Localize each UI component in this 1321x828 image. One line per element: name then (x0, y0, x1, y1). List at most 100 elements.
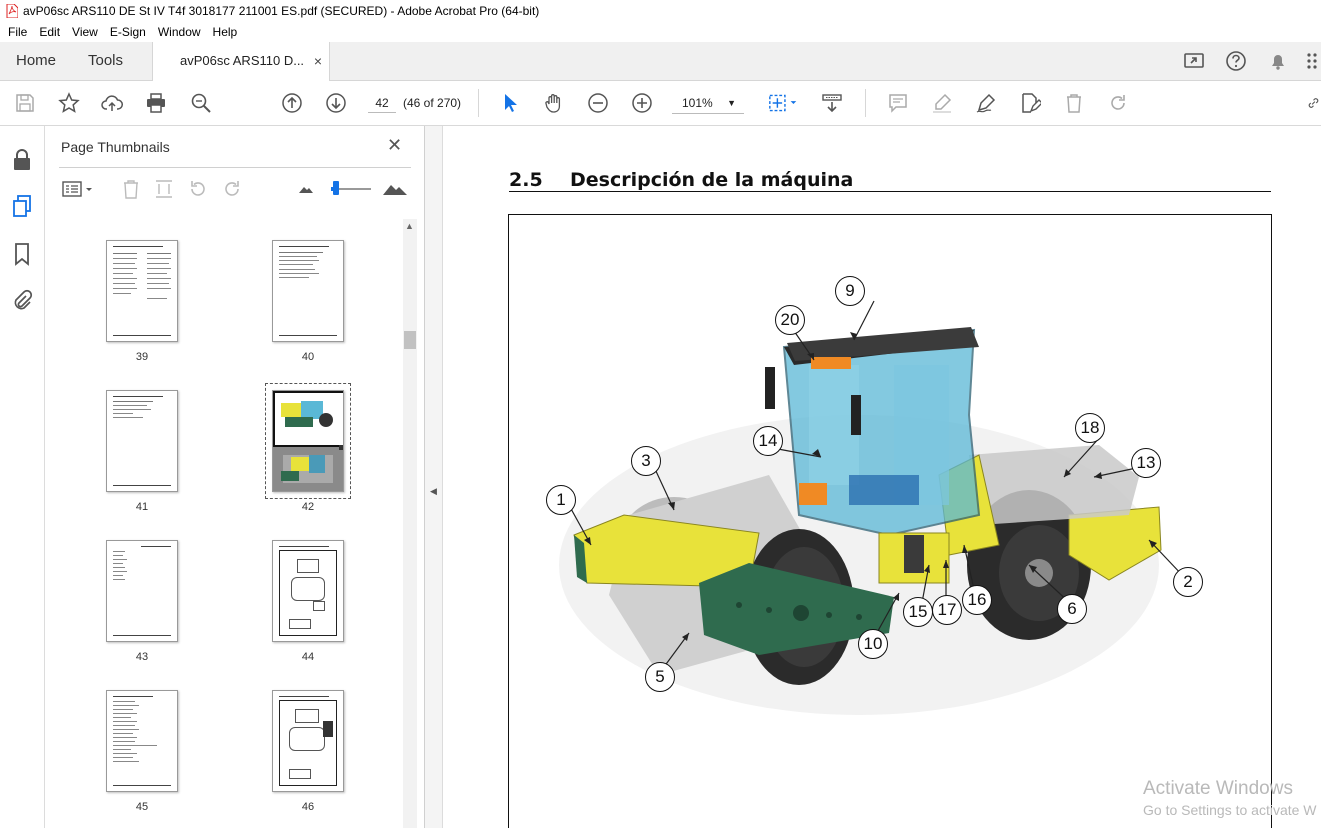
previous-page-icon[interactable] (280, 91, 304, 115)
thumbnail-page-number: 44 (301, 651, 315, 663)
print-icon[interactable] (144, 91, 168, 115)
callout-16: 16 (962, 585, 992, 615)
scroll-mode-icon[interactable] (820, 91, 844, 115)
bookmark-star-icon[interactable] (57, 91, 81, 115)
callout-6: 6 (1057, 594, 1087, 624)
tab-document-label: avP06sc ARS110 D... (180, 53, 305, 68)
page-fit-icon[interactable] (766, 91, 802, 115)
menu-window[interactable]: Window (152, 25, 207, 39)
scrollbar-thumb[interactable] (404, 331, 416, 349)
page-thumbnail[interactable] (272, 690, 344, 792)
callout-5: 5 (645, 662, 675, 692)
tab-document[interactable]: avP06sc ARS110 D... × (152, 42, 330, 81)
section-underline (509, 191, 1271, 192)
thumbnail-list[interactable]: 39 40 41 42 43 44 45 46 (45, 219, 403, 828)
attachments-paperclip-icon[interactable] (11, 288, 33, 312)
zoom-level-select[interactable]: 101% ▼ (672, 93, 744, 114)
section-title: Descripción de la máquina (570, 169, 854, 191)
page-count: (46 of 270) (403, 96, 462, 110)
thumbnail-page-number: 39 (135, 351, 149, 363)
callout-2: 2 (1173, 567, 1203, 597)
scroll-up-icon[interactable]: ▲ (405, 221, 414, 231)
pdf-file-icon (6, 4, 18, 18)
save-icon[interactable] (13, 91, 37, 115)
next-page-icon[interactable] (324, 91, 348, 115)
callout-20: 20 (775, 305, 805, 335)
search-zoom-icon[interactable] (189, 91, 213, 115)
activate-windows-watermark: Activate Windows Go to Settings to activ… (1143, 778, 1317, 818)
upload-cloud-icon[interactable] (100, 91, 124, 115)
title-bar: avP06sc ARS110 DE St IV T4f 3018177 2110… (0, 0, 1321, 22)
page-thumbnail[interactable] (106, 690, 178, 792)
page-thumbnail-current[interactable] (272, 390, 344, 492)
tab-tools[interactable]: Tools (88, 42, 123, 80)
hand-tool-icon[interactable] (542, 91, 566, 115)
rotate-ccw-icon[interactable] (187, 178, 209, 200)
menu-view[interactable]: View (66, 25, 104, 39)
thumbnail-size-slider-handle[interactable] (333, 181, 339, 195)
page-thumbnails-icon[interactable] (11, 194, 33, 218)
options-menu-icon[interactable] (61, 178, 95, 200)
apps-grid-icon[interactable] (1305, 50, 1321, 72)
close-icon[interactable]: ✕ (387, 135, 402, 156)
menu-help[interactable]: Help (207, 25, 244, 39)
extract-pages-icon[interactable] (153, 178, 175, 200)
watermark-line-2: Go to Settings to activate W (1143, 802, 1317, 818)
menu-file[interactable]: File (2, 25, 33, 39)
page-thumbnails-panel: Page Thumbnails ✕ 39 40 41 42 43 44 45 4… (45, 126, 425, 828)
chevron-down-icon: ▼ (727, 98, 736, 108)
page-thumbnail[interactable] (106, 240, 178, 342)
panel-collapse-handle[interactable]: ◀ (425, 126, 443, 828)
highlight-pen-icon[interactable] (930, 91, 954, 115)
callout-3: 3 (631, 446, 661, 476)
link-icon[interactable] (1306, 91, 1321, 115)
bookmarks-icon[interactable] (11, 242, 33, 266)
page-thumbnail[interactable] (106, 390, 178, 492)
zoom-in-icon[interactable] (630, 91, 654, 115)
watermark-line-1: Activate Windows (1143, 778, 1293, 799)
thumbnail-page-number: 46 (301, 801, 315, 813)
help-icon[interactable] (1225, 50, 1247, 72)
thumbnail-page-number: 43 (135, 651, 149, 663)
section-number: 2.5 (509, 169, 543, 191)
callout-1: 1 (546, 485, 576, 515)
tab-close-icon[interactable]: × (314, 42, 322, 80)
larger-thumbnails-icon[interactable] (382, 178, 408, 200)
left-nav-rail (0, 126, 45, 828)
page-thumbnail[interactable] (272, 240, 344, 342)
share-screen-icon[interactable] (1183, 50, 1205, 72)
menu-esign[interactable]: E-Sign (104, 25, 152, 39)
redo-rotate-icon[interactable] (1106, 91, 1130, 115)
comment-icon[interactable] (886, 91, 910, 115)
thumbnail-page-number: 41 (135, 501, 149, 513)
menu-bar: File Edit View E-Sign Window Help (0, 22, 1321, 42)
roller-illustration (559, 300, 1185, 715)
zoom-level-value: 101% (682, 96, 713, 110)
callout-14: 14 (753, 426, 783, 456)
sign-pen-icon[interactable] (974, 91, 998, 115)
thumbnail-page-number: 40 (301, 351, 315, 363)
zoom-out-icon[interactable] (586, 91, 610, 115)
smaller-thumbnails-icon[interactable] (297, 178, 315, 200)
page-thumbnail[interactable] (106, 540, 178, 642)
lock-icon[interactable] (11, 148, 33, 172)
delete-trash-icon[interactable] (1062, 91, 1086, 115)
toolbar-divider (478, 89, 479, 117)
delete-page-icon[interactable] (120, 178, 142, 200)
document-view[interactable]: 2.5 Descripción de la máquina 1 2 3 5 6 … (443, 126, 1321, 828)
edit-pdf-icon[interactable] (1018, 91, 1042, 115)
thumbnail-page-number: 45 (135, 801, 149, 813)
page-thumbnail[interactable] (272, 540, 344, 642)
collapse-arrow-icon[interactable]: ◀ (430, 486, 437, 497)
page-number-input[interactable] (368, 93, 396, 113)
tab-home[interactable]: Home (16, 42, 56, 80)
window-title: avP06sc ARS110 DE St IV T4f 3018177 2110… (23, 4, 540, 18)
select-cursor-icon[interactable] (498, 91, 522, 115)
toolbar-divider (865, 89, 866, 117)
thumbnails-scrollbar[interactable]: ▲ (403, 219, 417, 828)
menu-edit[interactable]: Edit (33, 25, 66, 39)
panel-title: Page Thumbnails (61, 139, 170, 155)
rotate-cw-icon[interactable] (221, 178, 243, 200)
notifications-bell-icon[interactable] (1267, 50, 1289, 72)
tab-bar: Home Tools avP06sc ARS110 D... × (0, 42, 1321, 81)
